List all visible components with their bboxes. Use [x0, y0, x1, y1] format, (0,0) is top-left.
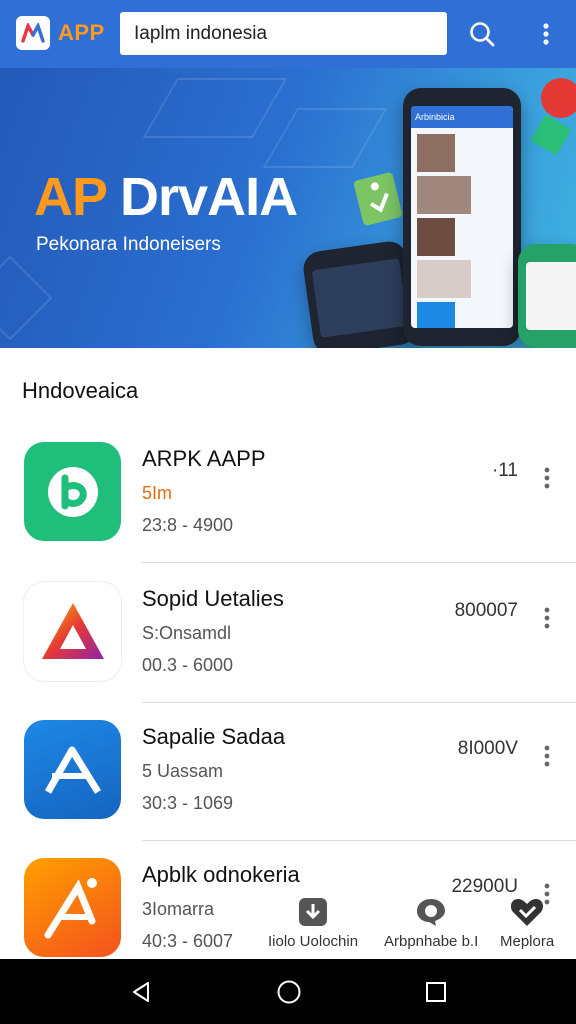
app-name: Sopid Uetalies	[142, 586, 284, 611]
phone-illustration	[518, 244, 576, 348]
nav-messages[interactable]: Arbpnhabe b.I	[384, 895, 478, 950]
app-logo[interactable]	[16, 16, 50, 50]
app-list-item[interactable]: ARPK AAPP 5Im 23:8 - 4900 ·11	[0, 442, 576, 580]
app-name: Apblk odnokeria	[142, 862, 300, 887]
heart-icon	[511, 899, 544, 926]
app-stats: 00.3 - 6000	[142, 655, 234, 675]
back-triangle-icon	[133, 982, 149, 1002]
app-stats: 30:3 - 1069	[142, 793, 234, 813]
nav-label: Arbpnhabe b.I	[384, 933, 479, 950]
banner-subtitle: Pekonara Indoneisers	[36, 234, 221, 255]
gradient-a-icon	[24, 582, 121, 681]
app-more-button[interactable]	[537, 464, 557, 492]
promo-banner[interactable]: AP DrvAIA Pekonara Indoneisers Arbinbici…	[0, 68, 576, 348]
section-title: Hndoveaica	[22, 378, 139, 403]
nav-explore[interactable]: Meplora	[500, 895, 554, 950]
app-count: ·11	[491, 460, 518, 481]
app-size: S:Onsamdl	[142, 623, 232, 643]
more-vert-icon	[544, 745, 550, 767]
app-more-button[interactable]	[537, 742, 557, 770]
app-name: Sapalie Sadaa	[142, 724, 286, 749]
home-button[interactable]	[274, 977, 304, 1007]
app-stats: 40:3 - 6007	[142, 931, 234, 951]
logo-icon	[21, 23, 45, 43]
app-count: 8I000V	[457, 738, 518, 759]
app-stats: 23:8 - 4900	[142, 515, 234, 535]
search-input[interactable]	[134, 22, 433, 45]
app-size: 5Im	[142, 483, 173, 503]
app-size: 5 Uassam	[142, 761, 224, 781]
search-box[interactable]	[120, 12, 447, 55]
notification-bubble-icon	[541, 78, 576, 118]
decor-diamond-icon	[530, 114, 572, 156]
orange-a-icon	[24, 858, 121, 957]
banner-decoration	[142, 78, 288, 138]
app-list-item[interactable]: Sopid Uetalies S:Onsamdl 00.3 - 6000 800…	[0, 582, 576, 720]
list-divider	[142, 562, 576, 563]
phone-illustration	[301, 239, 419, 348]
download-icon	[299, 898, 328, 926]
app-count: 800007	[454, 600, 518, 621]
app-list-item[interactable]: Sapalie Sadaa 5 Uassam 30:3 - 1069 8I000…	[0, 720, 576, 858]
phone-illustration: Arbinbicia	[403, 88, 521, 346]
green-b-icon	[24, 442, 121, 541]
banner-decoration	[0, 255, 53, 341]
more-vert-icon	[544, 467, 550, 489]
system-navigation-bar	[0, 959, 576, 1024]
list-divider	[142, 702, 576, 703]
chat-icon	[417, 899, 446, 926]
back-button[interactable]	[126, 977, 156, 1007]
app-size: 3Iomarra	[142, 899, 215, 919]
nav-label: Meplora	[500, 933, 555, 950]
blue-a-icon	[24, 720, 121, 819]
banner-decoration	[262, 108, 388, 168]
more-vert-icon	[544, 607, 550, 629]
shopping-tag-icon	[353, 171, 403, 227]
nav-downloads[interactable]: Iiolo Uolochin	[268, 895, 358, 950]
app-name: ARPK AAPP	[142, 446, 266, 471]
list-divider	[142, 840, 576, 841]
nav-label: Iiolo Uolochin	[268, 933, 359, 950]
overflow-menu-button[interactable]	[534, 18, 558, 50]
recents-square-icon	[426, 982, 446, 1002]
top-app-bar: APP	[0, 0, 576, 68]
search-icon	[470, 22, 495, 47]
app-more-button[interactable]	[537, 604, 557, 632]
banner-title: AP DrvAIA	[34, 167, 298, 227]
recents-button[interactable]	[421, 977, 451, 1007]
search-button[interactable]	[465, 17, 499, 51]
logo-text: APP	[58, 20, 105, 45]
home-circle-icon	[277, 980, 301, 1004]
more-vert-icon	[543, 23, 549, 45]
phone-header: Arbinbicia	[411, 106, 513, 128]
